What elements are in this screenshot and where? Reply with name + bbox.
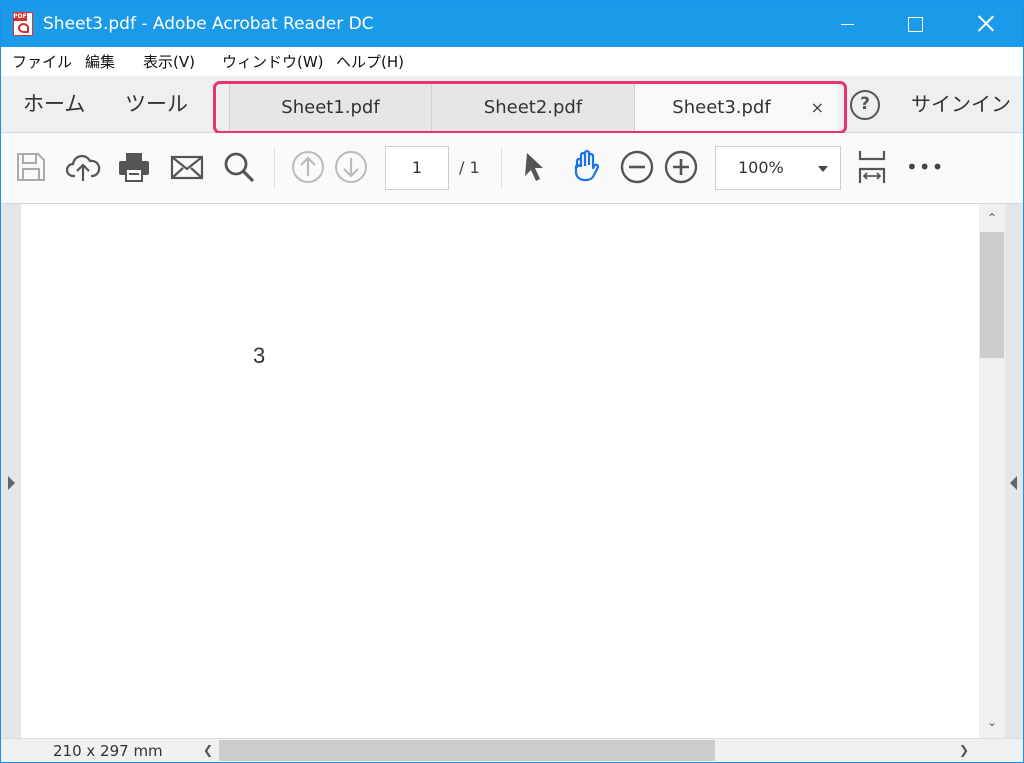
vertical-scrollbar[interactable]: ⌃ ⌄	[979, 204, 1005, 738]
sign-in-link[interactable]: サインイン	[911, 90, 1011, 118]
page-content: 3	[253, 343, 266, 368]
menu-edit[interactable]: 編集	[85, 52, 115, 72]
pdf-page: 3	[21, 204, 979, 738]
menu-bar: ファイル 編集 表示(V) ウィンドウ(W) ヘルプ(H)	[1, 47, 1023, 76]
toolbar-separator	[274, 147, 275, 189]
print-icon[interactable]	[116, 149, 152, 185]
scroll-up-icon[interactable]: ⌃	[986, 212, 998, 224]
close-window-button[interactable]	[955, 1, 1011, 47]
horizontal-scrollbar[interactable]: ❮ ❯	[197, 739, 979, 762]
page-total: / 1	[459, 158, 480, 177]
maximize-button[interactable]	[887, 1, 943, 47]
page-down-icon[interactable]	[333, 149, 369, 185]
more-icon[interactable]: •••	[906, 153, 943, 189]
search-icon[interactable]	[221, 149, 257, 185]
nav-tools[interactable]: ツール	[125, 90, 188, 118]
left-panel-toggle[interactable]	[1, 204, 21, 738]
minimize-button[interactable]	[819, 1, 875, 47]
menu-file[interactable]: ファイル	[12, 52, 72, 72]
help-icon[interactable]: ?	[850, 90, 880, 120]
document-area: 3 ⌃ ⌄	[1, 204, 1023, 738]
mail-icon[interactable]	[169, 149, 205, 185]
menu-window[interactable]: ウィンドウ(W)	[222, 52, 324, 72]
scroll-down-icon[interactable]: ⌄	[986, 716, 998, 728]
page-number-input[interactable]: 1	[385, 146, 449, 190]
cloud-upload-icon[interactable]	[65, 149, 101, 185]
status-bar: 210 x 297 mm ❮ ❯	[1, 738, 1023, 762]
page-size-label: 210 x 297 mm	[53, 742, 163, 760]
window-title: Sheet3.pdf - Adobe Acrobat Reader DC	[43, 14, 374, 34]
select-cursor-icon[interactable]	[517, 149, 553, 185]
zoom-out-icon[interactable]	[619, 149, 655, 185]
nav-home[interactable]: ホーム	[23, 90, 85, 118]
acrobat-pdf-icon: PDF	[13, 12, 33, 36]
scroll-right-icon[interactable]: ❯	[959, 743, 969, 757]
zoom-in-icon[interactable]	[663, 149, 699, 185]
chevron-down-icon	[818, 166, 828, 172]
menu-help[interactable]: ヘルプ(H)	[336, 52, 404, 72]
toolbar: 1 / 1 100% •••	[1, 133, 1023, 204]
save-icon[interactable]	[13, 149, 49, 185]
tabs-highlight-box	[213, 81, 847, 134]
h-scroll-thumb[interactable]	[219, 740, 715, 761]
right-panel-toggle[interactable]	[1005, 204, 1023, 738]
title-bar: PDF Sheet3.pdf - Adobe Acrobat Reader DC	[1, 1, 1023, 47]
zoom-value: 100%	[738, 158, 784, 177]
menu-view[interactable]: 表示(V)	[143, 52, 195, 72]
hand-icon[interactable]	[568, 149, 604, 185]
app-window: PDF Sheet3.pdf - Adobe Acrobat Reader DC…	[0, 0, 1024, 763]
fit-width-icon[interactable]	[854, 149, 890, 185]
page-up-icon[interactable]	[290, 149, 326, 185]
scroll-left-icon[interactable]: ❮	[203, 743, 213, 757]
zoom-select[interactable]: 100%	[715, 146, 841, 190]
toolbar-separator	[501, 147, 502, 189]
scroll-thumb[interactable]	[980, 232, 1004, 358]
